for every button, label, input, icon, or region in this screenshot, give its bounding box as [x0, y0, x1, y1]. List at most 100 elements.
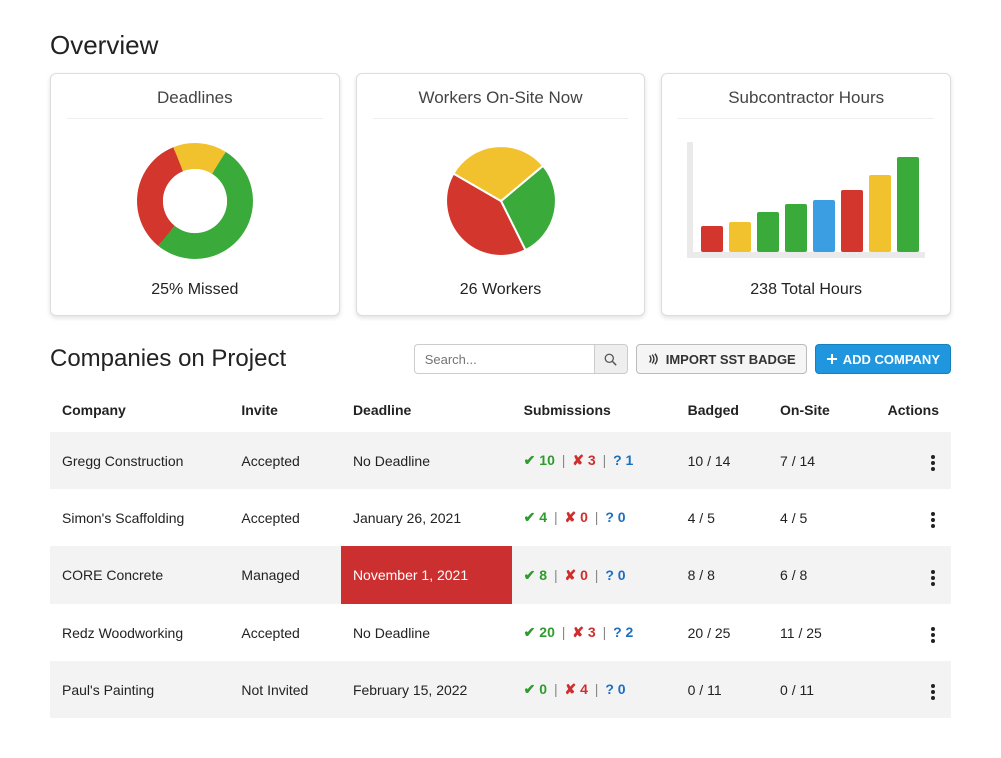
donut-chart — [67, 131, 323, 271]
cell-onsite: 7 / 14 — [768, 432, 859, 489]
submissions-unknown: ? 1 — [613, 452, 633, 468]
cell-badged: 4 / 5 — [676, 489, 768, 546]
cell-submissions: ✔ 4 | ✘ 0 | ? 0 — [512, 489, 676, 546]
overview-cards: Deadlines — [50, 73, 951, 316]
cell-invite: Accepted — [229, 432, 341, 489]
plus-icon — [826, 353, 838, 365]
import-sst-badge-button[interactable]: IMPORT SST BADGE — [636, 344, 807, 374]
cell-actions — [859, 604, 951, 661]
card-footer: 26 Workers — [373, 281, 629, 299]
col-submissions[interactable]: Submissions — [512, 388, 676, 432]
search-group — [414, 344, 628, 374]
col-badged[interactable]: Badged — [676, 388, 768, 432]
bar — [729, 222, 751, 252]
cell-submissions: ✔ 8 | ✘ 0 | ? 0 — [512, 546, 676, 604]
pie-chart — [373, 131, 629, 271]
bar-chart — [678, 131, 934, 271]
cell-submissions: ✔ 0 | ✘ 4 | ? 0 — [512, 661, 676, 718]
cell-onsite: 0 / 11 — [768, 661, 859, 718]
submissions-unknown: ? 0 — [605, 509, 625, 525]
cell-deadline: February 15, 2022 — [341, 661, 512, 718]
col-deadline[interactable]: Deadline — [341, 388, 512, 432]
submissions-good: ✔ 4 — [524, 509, 547, 525]
cell-actions — [859, 489, 951, 546]
row-actions-menu[interactable] — [927, 680, 939, 704]
cell-onsite: 11 / 25 — [768, 604, 859, 661]
card-title: Workers On-Site Now — [373, 88, 629, 119]
cell-submissions: ✔ 10 | ✘ 3 | ? 1 — [512, 432, 676, 489]
col-invite[interactable]: Invite — [229, 388, 341, 432]
cell-onsite: 4 / 5 — [768, 489, 859, 546]
card-footer: 25% Missed — [67, 281, 323, 299]
cell-badged: 20 / 25 — [676, 604, 768, 661]
card-hours: Subcontractor Hours 238 Total Hours — [661, 73, 951, 316]
col-actions: Actions — [859, 388, 951, 432]
add-btn-label: ADD COMPANY — [843, 352, 940, 367]
cell-submissions: ✔ 20 | ✘ 3 | ? 2 — [512, 604, 676, 661]
cell-deadline: November 1, 2021 — [341, 546, 512, 604]
table-row: Paul's Painting Not Invited February 15,… — [50, 661, 951, 718]
bar — [701, 226, 723, 252]
submissions-unknown: ? 0 — [605, 681, 625, 697]
bar — [897, 157, 919, 252]
cell-onsite: 6 / 8 — [768, 546, 859, 604]
submissions-bad: ✘ 0 — [564, 567, 587, 583]
submissions-good: ✔ 0 — [524, 681, 547, 697]
companies-heading: Companies on Project — [50, 345, 286, 373]
cell-deadline: January 26, 2021 — [341, 489, 512, 546]
search-icon — [604, 353, 617, 366]
cell-actions — [859, 432, 951, 489]
table-row: CORE Concrete Managed November 1, 2021 ✔… — [50, 546, 951, 604]
submissions-good: ✔ 8 — [524, 567, 547, 583]
card-workers: Workers On-Site Now 26 Workers — [356, 73, 646, 316]
submissions-bad: ✘ 3 — [572, 624, 595, 640]
cell-invite: Accepted — [229, 489, 341, 546]
table-row: Gregg Construction Accepted No Deadline … — [50, 432, 951, 489]
row-actions-menu[interactable] — [927, 623, 939, 647]
cell-deadline: No Deadline — [341, 604, 512, 661]
submissions-bad: ✘ 0 — [564, 509, 587, 525]
submissions-unknown: ? 0 — [605, 567, 625, 583]
cell-actions — [859, 661, 951, 718]
submissions-unknown: ? 2 — [613, 624, 633, 640]
bar — [785, 204, 807, 252]
bar — [757, 212, 779, 252]
cell-badged: 8 / 8 — [676, 546, 768, 604]
card-deadlines: Deadlines — [50, 73, 340, 316]
cell-company: CORE Concrete — [50, 546, 229, 604]
row-actions-menu[interactable] — [927, 508, 939, 532]
cell-company: Gregg Construction — [50, 432, 229, 489]
cell-invite: Accepted — [229, 604, 341, 661]
submissions-bad: ✘ 4 — [564, 681, 587, 697]
cell-badged: 0 / 11 — [676, 661, 768, 718]
cell-company: Simon's Scaffolding — [50, 489, 229, 546]
add-company-button[interactable]: ADD COMPANY — [815, 344, 951, 374]
import-btn-label: IMPORT SST BADGE — [666, 352, 796, 367]
search-button[interactable] — [594, 344, 628, 374]
col-onsite[interactable]: On-Site — [768, 388, 859, 432]
cell-company: Paul's Painting — [50, 661, 229, 718]
card-title: Deadlines — [67, 88, 323, 119]
card-footer: 238 Total Hours — [678, 281, 934, 299]
companies-table: Company Invite Deadline Submissions Badg… — [50, 388, 951, 718]
bar — [841, 190, 863, 252]
bar — [869, 175, 891, 252]
search-input[interactable] — [414, 344, 594, 374]
card-title: Subcontractor Hours — [678, 88, 934, 119]
bar — [813, 200, 835, 252]
cell-deadline: No Deadline — [341, 432, 512, 489]
cell-invite: Managed — [229, 546, 341, 604]
cell-badged: 10 / 14 — [676, 432, 768, 489]
overview-heading: Overview — [50, 30, 951, 61]
submissions-good: ✔ 10 — [524, 452, 555, 468]
table-row: Redz Woodworking Accepted No Deadline ✔ … — [50, 604, 951, 661]
signal-icon — [647, 352, 661, 366]
submissions-bad: ✘ 3 — [572, 452, 595, 468]
table-row: Simon's Scaffolding Accepted January 26,… — [50, 489, 951, 546]
cell-invite: Not Invited — [229, 661, 341, 718]
row-actions-menu[interactable] — [927, 566, 939, 590]
cell-actions — [859, 546, 951, 604]
col-company[interactable]: Company — [50, 388, 229, 432]
row-actions-menu[interactable] — [927, 451, 939, 475]
cell-company: Redz Woodworking — [50, 604, 229, 661]
